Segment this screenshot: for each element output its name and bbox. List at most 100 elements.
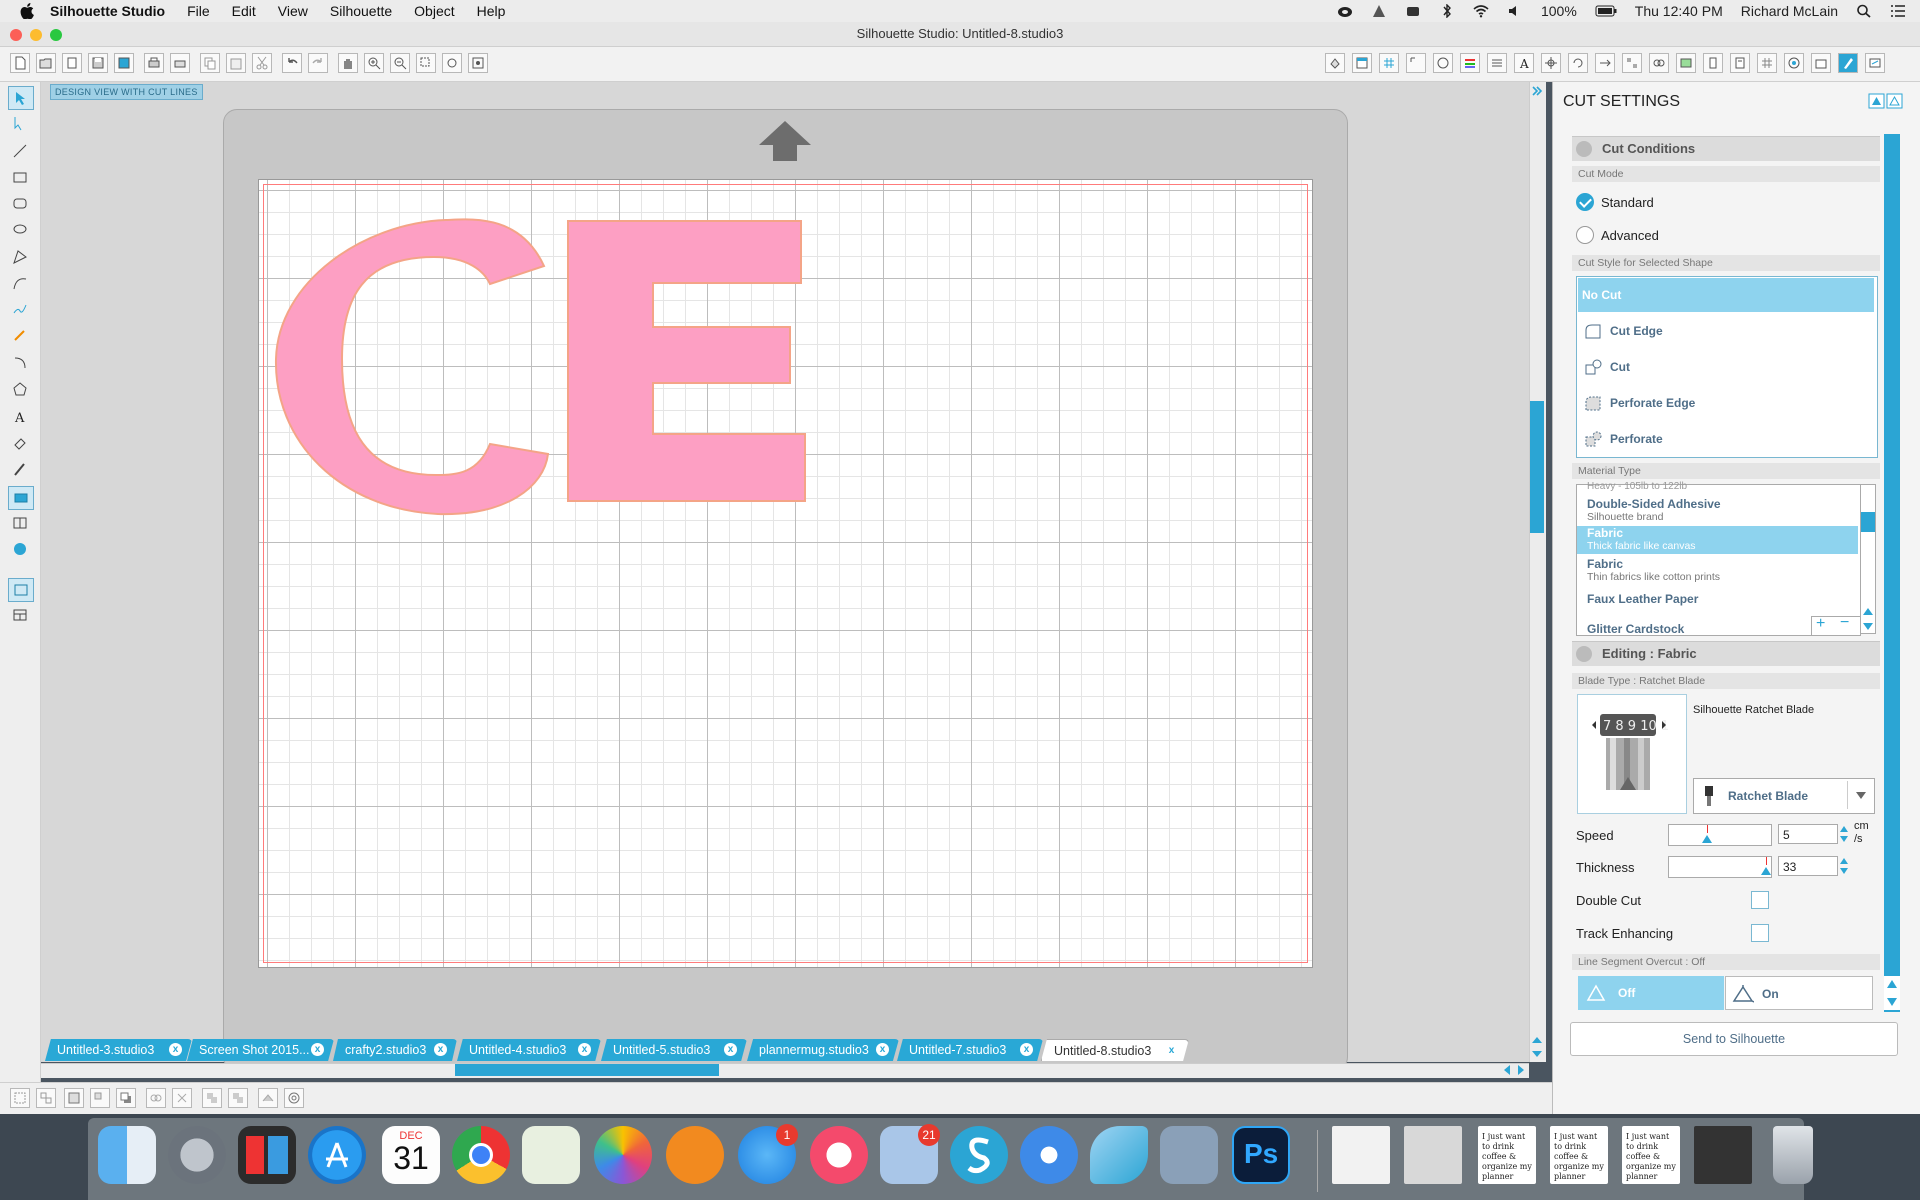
open-folder-icon[interactable] <box>36 53 56 73</box>
group-icon[interactable] <box>10 1088 30 1108</box>
ellipse-tool-icon[interactable] <box>8 218 32 240</box>
pan-hand-icon[interactable] <box>338 53 358 73</box>
cut-mode-advanced-label[interactable]: Advanced <box>1601 228 1659 243</box>
menu-silhouette[interactable]: Silhouette <box>330 3 392 19</box>
cut-style-perforate-edge[interactable]: Perforate Edge <box>1578 386 1874 420</box>
dock-document-thumbnail[interactable] <box>1404 1126 1462 1184</box>
line-style-icon[interactable] <box>1487 53 1507 73</box>
print-cut-icon[interactable] <box>170 53 190 73</box>
page-setup-icon[interactable] <box>1352 53 1372 73</box>
window-minimize-button[interactable] <box>30 29 42 41</box>
fit-to-page-icon[interactable] <box>468 53 488 73</box>
line-color-icon[interactable] <box>1460 53 1480 73</box>
fill-pattern-icon[interactable] <box>258 1088 278 1108</box>
overcut-on-button[interactable]: On <box>1725 976 1873 1010</box>
window-close-button[interactable] <box>10 29 22 41</box>
menu-object[interactable]: Object <box>414 3 454 19</box>
material-scroll-arrows-icon[interactable] <box>1861 604 1875 634</box>
delete-icon[interactable] <box>172 1088 192 1108</box>
add-material-button[interactable]: + <box>1816 615 1825 633</box>
tab-close-icon[interactable]: x <box>724 1043 737 1056</box>
thickness-slider-thumb-icon[interactable] <box>1761 867 1771 875</box>
replicate-icon[interactable] <box>1622 53 1642 73</box>
tab-untitled-7[interactable]: Untitled-7.studio3 x <box>897 1039 1043 1061</box>
canvas-scroll-arrows-icon[interactable] <box>1530 1033 1544 1063</box>
dock-screenshot-thumbnail[interactable] <box>1694 1126 1752 1184</box>
save-to-library-icon[interactable] <box>114 53 134 73</box>
redo-icon[interactable] <box>308 53 328 73</box>
transform-icon[interactable] <box>1541 53 1561 73</box>
polygon-tool-icon[interactable] <box>8 246 32 268</box>
silhouette-design-app-icon[interactable] <box>238 1126 296 1184</box>
library-view-icon[interactable] <box>8 512 32 534</box>
drag-zoom-icon[interactable] <box>442 53 462 73</box>
window-zoom-button[interactable] <box>50 29 62 41</box>
panel-scrollbar[interactable] <box>1884 134 1900 1012</box>
regular-polygon-icon[interactable] <box>8 378 32 400</box>
copy-icon[interactable] <box>200 53 220 73</box>
notification-center-icon[interactable] <box>1890 4 1906 18</box>
panel-expand-icon[interactable] <box>1530 84 1544 98</box>
app-store-icon[interactable] <box>308 1126 366 1184</box>
tab-close-icon[interactable]: x <box>876 1043 889 1056</box>
tab-close-icon[interactable]: x <box>1165 1044 1178 1057</box>
tab-untitled-3[interactable]: Untitled-3.studio3 x <box>45 1039 192 1061</box>
material-item[interactable]: Heavy - 105lb to 122lb <box>1577 481 1858 491</box>
speed-slider-thumb-icon[interactable] <box>1702 835 1712 843</box>
tab-plannermug[interactable]: plannermug.studio3 x <box>747 1039 899 1061</box>
section-cut-conditions[interactable]: Cut Conditions <box>1572 136 1880 161</box>
cut-mode-standard-radio[interactable] <box>1576 193 1594 211</box>
arc-tool-icon[interactable] <box>8 352 32 374</box>
tab-crafty2[interactable]: crafty2.studio3 x <box>333 1039 457 1061</box>
status-icon[interactable] <box>1371 4 1387 18</box>
speed-slider[interactable] <box>1668 824 1772 846</box>
canvas-vertical-scrollbar[interactable] <box>1529 82 1546 1062</box>
weld-icon[interactable] <box>146 1088 166 1108</box>
new-document-icon[interactable] <box>10 53 30 73</box>
cut-mode-standard-label[interactable]: Standard <box>1601 195 1654 210</box>
tab-close-icon[interactable]: x <box>169 1043 182 1056</box>
mirror-icon[interactable] <box>228 1088 248 1108</box>
split-view-icon[interactable] <box>8 604 32 626</box>
dock-note-thumbnail[interactable]: I just want to drink coffee & organize m… <box>1478 1126 1536 1184</box>
tab-close-icon[interactable]: x <box>434 1043 447 1056</box>
chrome-icon[interactable] <box>452 1126 510 1184</box>
battery-percent[interactable]: 100% <box>1541 3 1577 19</box>
nesting-icon[interactable] <box>1757 53 1777 73</box>
section-editing[interactable]: Editing : Fabric <box>1572 641 1880 666</box>
thickness-stepper-icon[interactable] <box>1839 856 1849 876</box>
tab-untitled-5[interactable]: Untitled-5.studio3 x <box>601 1039 747 1061</box>
speed-stepper-icon[interactable] <box>1839 824 1849 844</box>
release-compound-icon[interactable] <box>90 1088 110 1108</box>
menu-help[interactable]: Help <box>477 3 506 19</box>
text-tool-icon[interactable]: A <box>8 406 32 428</box>
zoom-select-icon[interactable] <box>416 53 436 73</box>
ungroup-icon[interactable] <box>36 1088 56 1108</box>
letter-e-shape[interactable] <box>567 220 806 502</box>
trace-icon[interactable] <box>1676 53 1696 73</box>
track-enhancing-checkbox[interactable] <box>1751 924 1769 942</box>
wifi-icon[interactable] <box>1473 4 1489 18</box>
chevron-down-icon[interactable] <box>1856 791 1866 801</box>
spotlight-search-icon[interactable] <box>1856 4 1872 18</box>
edit-points-icon[interactable] <box>8 112 32 134</box>
single-view-icon[interactable] <box>8 578 34 602</box>
library-icon[interactable] <box>62 53 82 73</box>
offset-icon[interactable] <box>1433 53 1453 73</box>
eraser-tool-icon[interactable] <box>8 432 32 454</box>
remove-material-button[interactable]: − <box>1840 614 1849 632</box>
menu-edit[interactable]: Edit <box>232 3 256 19</box>
send-panel-icon[interactable] <box>1865 53 1885 73</box>
menu-file[interactable]: File <box>187 3 210 19</box>
tab-untitled-4[interactable]: Untitled-4.studio3 x <box>457 1039 601 1061</box>
design-view-icon[interactable] <box>8 486 34 510</box>
select-arrow-icon[interactable] <box>8 86 34 110</box>
store-view-icon[interactable] <box>8 538 32 560</box>
cut-settings-icon[interactable] <box>1838 53 1858 73</box>
panel-dock-icons[interactable] <box>1868 93 1904 109</box>
cut-mode-advanced-radio[interactable] <box>1576 226 1594 244</box>
menu-view[interactable]: View <box>278 3 308 19</box>
launchpad-icon[interactable] <box>168 1126 226 1184</box>
cut-style-cut-edge[interactable]: Cut Edge <box>1578 314 1874 348</box>
canvas-horizontal-scrollbar[interactable] <box>41 1063 1529 1078</box>
